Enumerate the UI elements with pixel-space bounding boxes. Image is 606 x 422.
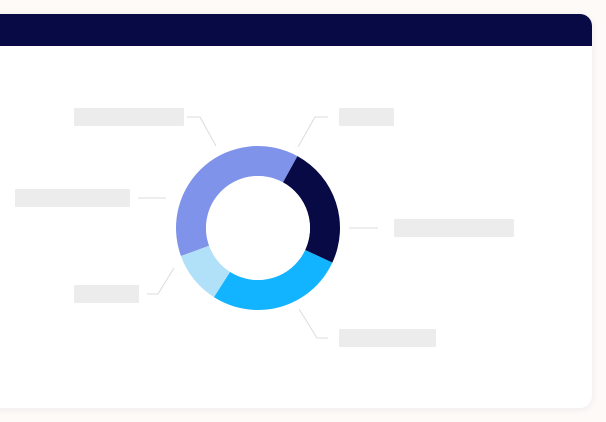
label-placeholder-bottom-left [74, 285, 139, 303]
leader-line-top-right [297, 116, 328, 148]
leader-line-bottom-left [147, 267, 175, 295]
donut-hole [206, 176, 310, 280]
label-placeholder-top-right [339, 108, 394, 126]
donut-chart [15, 108, 514, 347]
leader-line-bottom-right [298, 308, 328, 339]
label-placeholder-left [15, 189, 130, 207]
label-placeholder-bottom-right [339, 329, 436, 347]
label-placeholder-top-left [74, 108, 184, 126]
donut-slices [176, 146, 340, 311]
screen [0, 0, 606, 422]
leader-line-top-left [187, 116, 217, 147]
label-placeholder-right [394, 219, 514, 237]
